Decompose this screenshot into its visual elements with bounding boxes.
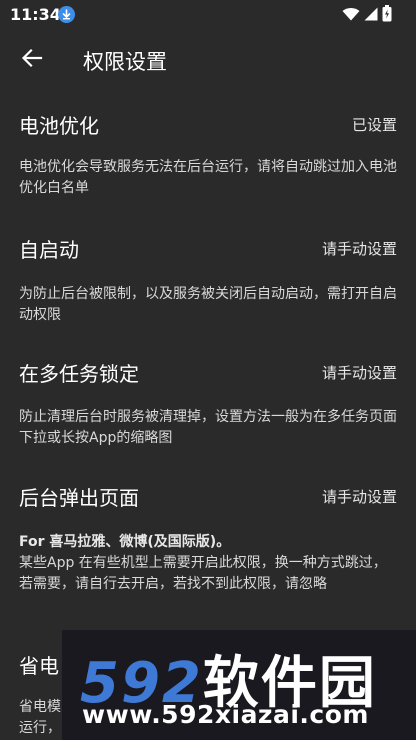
status-time: 11:34 — [10, 5, 61, 24]
status-icons — [342, 4, 392, 26]
setting-description: For 喜马拉雅、微博(及国际版)。 某些App 在有些机型上需要开启此权限，换… — [19, 532, 399, 595]
setting-description: 防止清理后台时服务被清理掉，设置方法一般为在多任务页面下拉或长按App的缩略图 — [19, 409, 397, 446]
setting-status: 已设置 — [351, 116, 397, 134]
setting-description: 电池优化会导致服务无法在后台运行，请将自动跳过加入电池优化白名单 — [19, 159, 397, 196]
setting-status: 请手动设置 — [321, 364, 397, 382]
arrow-back-icon — [21, 47, 43, 73]
setting-description-text: 某些App 在有些机型上需要开启此权限，换一种方式跳过，若需要，请自行去开启，若… — [19, 555, 387, 592]
setting-description: 为防止后台被限制，以及服务被关闭后自动启动，需打开自启动权限 — [19, 286, 397, 323]
battery-icon — [382, 4, 392, 26]
setting-multitask-lock[interactable]: 在多任务锁定 请手动设置 防止清理后台时服务被清理掉，设置方法一般为在多任务页面… — [0, 358, 416, 473]
setting-description-text: 省电模 — [19, 699, 61, 715]
app-bar: 权限设置 — [0, 30, 416, 90]
page-title: 权限设置 — [83, 50, 167, 74]
download-icon — [58, 6, 75, 23]
setting-auto-start[interactable]: 自启动 请手动设置 为防止后台被限制，以及服务被关闭后自动启动，需打开自启动权限 — [0, 234, 416, 349]
watermark-overlay: 592软件园 www.592xiazai.com — [62, 630, 416, 740]
setting-background-popup[interactable]: 后台弹出页面 请手动设置 For 喜马拉雅、微博(及国际版)。 某些App 在有… — [0, 482, 416, 632]
wifi-icon — [342, 6, 360, 25]
setting-title: 在多任务锁定 — [19, 362, 139, 386]
status-bar: 11:34 — [0, 0, 416, 30]
setting-status: 请手动设置 — [321, 240, 397, 258]
back-button[interactable] — [18, 46, 46, 74]
setting-title: 自启动 — [19, 238, 79, 262]
setting-battery-optimization[interactable]: 电池优化 已设置 电池优化会导致服务无法在后台运行，请将自动跳过加入电池优化白名… — [0, 110, 416, 225]
setting-title: 电池优化 — [19, 114, 99, 138]
setting-description-bold: For 喜马拉雅、微博(及国际版)。 — [19, 534, 231, 550]
setting-description-text-line2: 运行， — [19, 720, 61, 736]
watermark-url: www.592xiazai.com — [82, 700, 369, 729]
signal-icon — [364, 6, 378, 25]
setting-status: 请手动设置 — [321, 488, 397, 506]
setting-title: 后台弹出页面 — [19, 486, 139, 510]
setting-title: 省电 — [19, 654, 59, 678]
